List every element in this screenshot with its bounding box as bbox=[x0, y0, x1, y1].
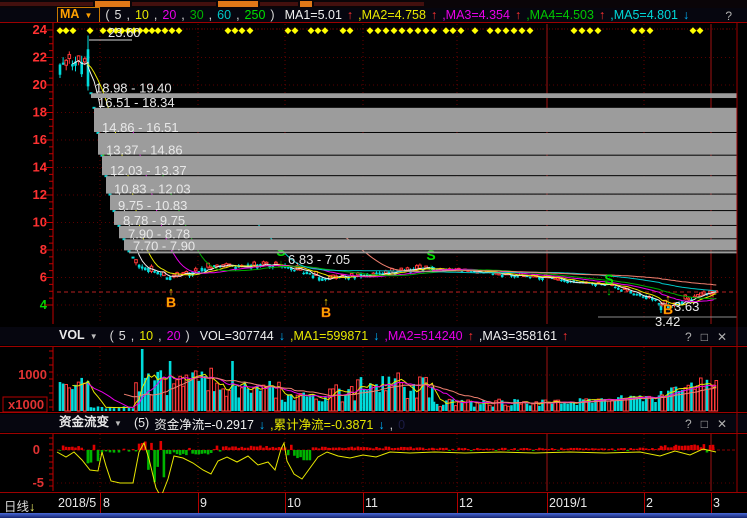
event-diamond-markers[interactable]: ◆◆◆◆◆◆◆◆◆◆◆◆◆◆◆◆◆◆◆◆◆◆◆◆◆◆◆◆◆◆◆◆◆◆◆◆◆◆◆◆… bbox=[57, 25, 737, 35]
svg-text:3.63: 3.63 bbox=[674, 299, 699, 314]
svg-text:x1000: x1000 bbox=[8, 397, 44, 412]
date-separator bbox=[457, 493, 458, 513]
date-label: 11 bbox=[365, 496, 378, 510]
date-separator bbox=[363, 493, 364, 513]
svg-text:◆: ◆ bbox=[458, 25, 465, 35]
svg-text:0: 0 bbox=[33, 442, 40, 457]
svg-text:◆: ◆ bbox=[690, 25, 697, 35]
svg-text:◆: ◆ bbox=[399, 25, 406, 35]
svg-text:12.03 - 13.37: 12.03 - 13.37 bbox=[110, 163, 187, 178]
svg-text:13.37 - 14.86: 13.37 - 14.86 bbox=[106, 143, 183, 158]
svg-text:◆: ◆ bbox=[571, 25, 578, 35]
svg-text:↑: ↑ bbox=[168, 286, 174, 298]
chart-canvas[interactable]: ◆◆◆◆◆◆◆◆◆◆◆◆◆◆◆◆◆◆◆◆◆◆◆◆◆◆◆◆◆◆◆◆◆◆◆◆◆◆◆◆… bbox=[0, 0, 747, 513]
svg-text:↓: ↓ bbox=[428, 262, 434, 274]
svg-text:10.83 - 12.03: 10.83 - 12.03 bbox=[114, 182, 191, 197]
svg-text:◆: ◆ bbox=[347, 25, 354, 35]
svg-text:◆: ◆ bbox=[407, 25, 414, 35]
svg-text:9.75 - 10.83: 9.75 - 10.83 bbox=[118, 198, 187, 213]
svg-text:◆: ◆ bbox=[70, 25, 77, 35]
svg-text:◆: ◆ bbox=[415, 25, 422, 35]
svg-text:1000: 1000 bbox=[18, 367, 47, 382]
date-label: 8 bbox=[103, 496, 110, 510]
svg-text:◆: ◆ bbox=[375, 25, 382, 35]
svg-text:18.98 - 19.40: 18.98 - 19.40 bbox=[95, 80, 172, 95]
svg-text:◆: ◆ bbox=[450, 25, 457, 35]
svg-text:◆: ◆ bbox=[87, 25, 94, 35]
svg-text:◆: ◆ bbox=[285, 25, 292, 35]
date-label: 9 bbox=[200, 496, 207, 510]
date-separator bbox=[547, 493, 548, 513]
svg-text:◆: ◆ bbox=[423, 25, 430, 35]
svg-text:◆: ◆ bbox=[587, 25, 594, 35]
svg-text:◆: ◆ bbox=[443, 25, 450, 35]
svg-text:◆: ◆ bbox=[225, 25, 232, 35]
trading-terminal-window: MA▼ (5,10,20,30,60,250) MA1=5.01↑,MA2=4.… bbox=[0, 0, 747, 518]
svg-text:◆: ◆ bbox=[340, 25, 347, 35]
svg-text:◆: ◆ bbox=[367, 25, 374, 35]
svg-text:◆: ◆ bbox=[431, 25, 438, 35]
svg-text:◆: ◆ bbox=[631, 25, 638, 35]
svg-text:◆: ◆ bbox=[322, 25, 329, 35]
fundflow-chart[interactable]: 0 -5 bbox=[32, 434, 737, 497]
svg-text:◆: ◆ bbox=[247, 25, 254, 35]
date-label: 2 bbox=[646, 496, 653, 510]
svg-text:◆: ◆ bbox=[383, 25, 390, 35]
date-separator bbox=[644, 493, 645, 513]
date-label: 2019/1 bbox=[549, 496, 587, 510]
date-separator bbox=[198, 493, 199, 513]
svg-text:◆: ◆ bbox=[595, 25, 602, 35]
svg-text:◆: ◆ bbox=[697, 25, 704, 35]
svg-text:3.42: 3.42 bbox=[655, 314, 680, 329]
svg-text:16.51 - 18.34: 16.51 - 18.34 bbox=[98, 95, 175, 110]
svg-text:◆: ◆ bbox=[315, 25, 322, 35]
date-label: 2018/5 bbox=[58, 496, 96, 510]
volume-chart[interactable]: 1000 x1000 bbox=[3, 347, 737, 412]
svg-text:23.60: 23.60 bbox=[108, 25, 141, 40]
svg-text:6.83 - 7.05: 6.83 - 7.05 bbox=[288, 252, 350, 267]
svg-text:-5: -5 bbox=[32, 475, 44, 490]
date-axis: 日线↓ 2018/5891011122019/123 bbox=[0, 493, 747, 513]
svg-text:14.86 - 16.51: 14.86 - 16.51 bbox=[102, 120, 179, 135]
svg-text:◆: ◆ bbox=[487, 25, 494, 35]
date-label: 3 bbox=[713, 496, 720, 510]
svg-text:◆: ◆ bbox=[176, 25, 183, 35]
svg-text:◆: ◆ bbox=[292, 25, 299, 35]
svg-text:◆: ◆ bbox=[239, 25, 246, 35]
svg-text:◆: ◆ bbox=[308, 25, 315, 35]
svg-text:↓: ↓ bbox=[278, 258, 284, 270]
svg-text:◆: ◆ bbox=[63, 25, 70, 35]
svg-text:◆: ◆ bbox=[495, 25, 502, 35]
gap-bands: 18.98 - 19.4016.51 - 18.34 14.86 - 16.51 1… bbox=[91, 80, 737, 253]
svg-text:↑: ↑ bbox=[323, 296, 329, 308]
svg-text:↑: ↑ bbox=[665, 293, 671, 305]
svg-text:◆: ◆ bbox=[503, 25, 510, 35]
date-label: 12 bbox=[459, 496, 473, 510]
svg-text:◆: ◆ bbox=[579, 25, 586, 35]
svg-text:◆: ◆ bbox=[511, 25, 518, 35]
svg-text:7.70 - 7.90: 7.70 - 7.90 bbox=[133, 238, 195, 253]
svg-text:◆: ◆ bbox=[162, 25, 169, 35]
svg-text:◆: ◆ bbox=[527, 25, 534, 35]
date-label: 10 bbox=[287, 496, 301, 510]
svg-text:◆: ◆ bbox=[155, 25, 162, 35]
period-down-arrow-icon: ↓ bbox=[29, 500, 35, 514]
date-separator bbox=[285, 493, 286, 513]
svg-text:◆: ◆ bbox=[647, 25, 654, 35]
svg-text:◆: ◆ bbox=[519, 25, 526, 35]
svg-text:◆: ◆ bbox=[639, 25, 646, 35]
taskbar-edge bbox=[0, 513, 747, 518]
date-separator bbox=[711, 493, 712, 513]
svg-text:◆: ◆ bbox=[169, 25, 176, 35]
date-separator bbox=[100, 493, 101, 513]
svg-text:◆: ◆ bbox=[100, 25, 107, 35]
svg-text:S: S bbox=[604, 271, 613, 287]
svg-text:◆: ◆ bbox=[391, 25, 398, 35]
svg-text:◆: ◆ bbox=[232, 25, 239, 35]
svg-text:◆: ◆ bbox=[472, 25, 479, 35]
svg-text:↓: ↓ bbox=[606, 286, 612, 298]
